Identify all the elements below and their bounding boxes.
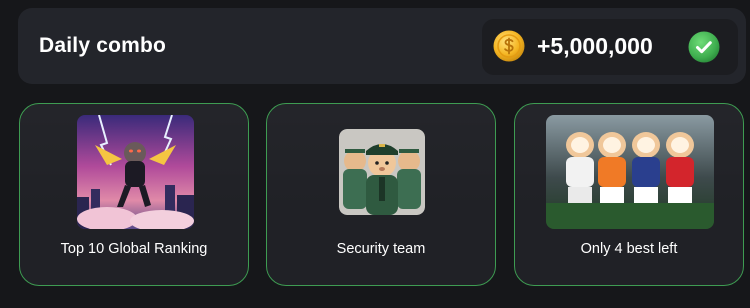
combo-card-1[interactable]: Top 10 Global Ranking <box>19 103 249 286</box>
check-circle-icon <box>688 31 720 63</box>
card-label: Top 10 Global Ranking <box>60 241 208 257</box>
card-label: Only 4 best left <box>580 241 678 257</box>
daily-combo-title: Daily combo <box>39 34 167 57</box>
gold-coin-icon <box>493 30 525 62</box>
daily-combo-header: Daily combo +5,000,000 <box>18 8 746 84</box>
card-label: Security team <box>336 241 426 257</box>
combo-card-2[interactable]: Security team <box>266 103 496 286</box>
hamster-football-team-illustration <box>546 115 714 229</box>
reward-amount: +5,000,000 <box>537 33 653 59</box>
daily-combo-panel: Daily combo +5,000,000 Top 10 Global Ran… <box>0 0 750 308</box>
hamster-security-guards-illustration <box>339 129 425 215</box>
hamster-hero-illustration <box>77 115 194 229</box>
reward-pill: +5,000,000 <box>482 19 738 75</box>
combo-card-3[interactable]: Only 4 best left <box>514 103 744 286</box>
